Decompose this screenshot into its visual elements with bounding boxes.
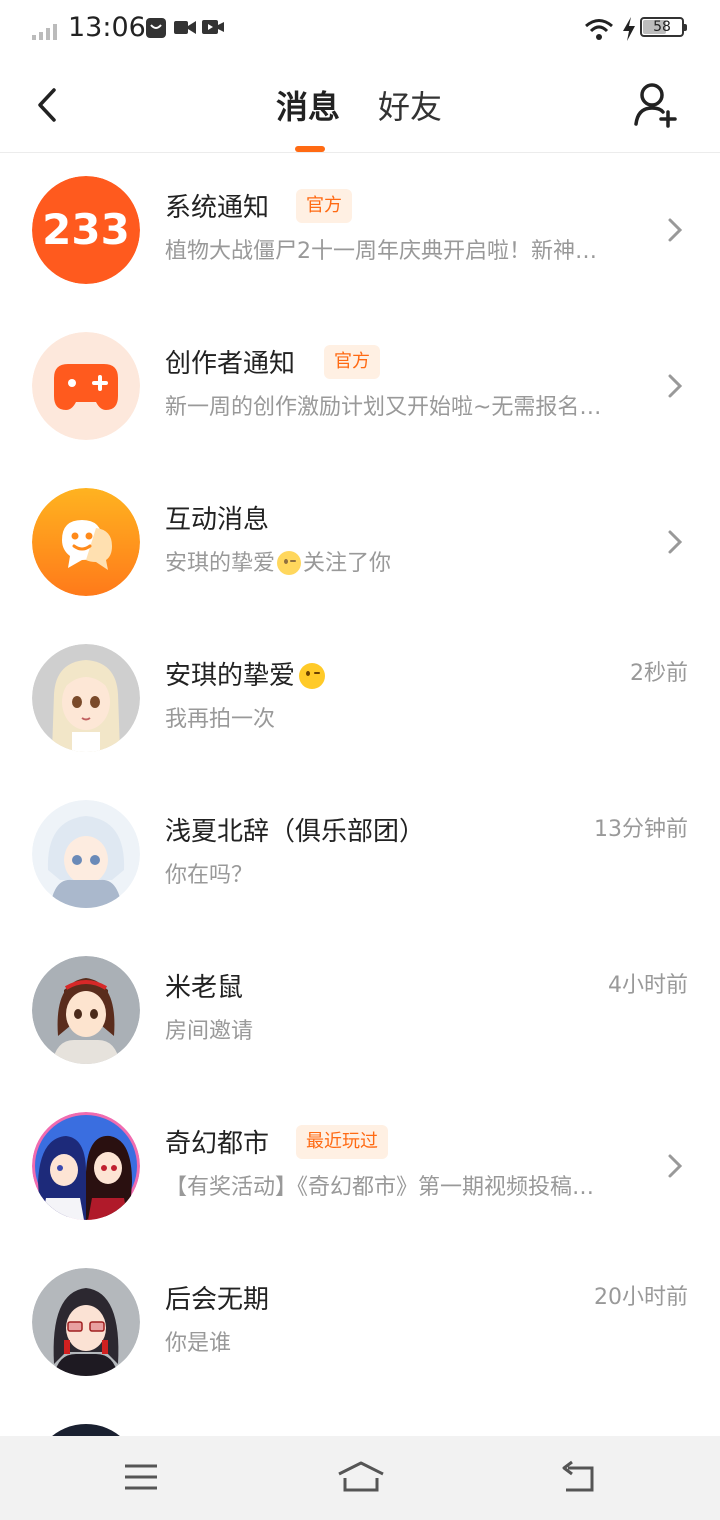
chevron-right-icon xyxy=(668,530,683,554)
user-avatar xyxy=(32,1268,140,1376)
item-subtitle: 【有奖活动】《奇幻都市》第一期视频投稿… xyxy=(165,1175,595,1200)
kiss-emoji-icon xyxy=(299,663,326,689)
list-item-chat[interactable]: 浅夏北辞（俱乐部团） 13分钟前 你在吗？ xyxy=(0,777,720,933)
status-time: 13:06 xyxy=(68,12,146,43)
interaction-avatar xyxy=(32,488,140,596)
item-time: 4小时前 xyxy=(608,973,688,998)
screen-record-icon xyxy=(202,20,224,34)
item-title: 后会无期 xyxy=(165,1285,270,1315)
list-item-creator-notice[interactable]: 创作者通知 官方 新一周的创作激励计划又开始啦~无需报名… xyxy=(0,309,720,465)
list-item-system-notice[interactable]: 233 系统通知 官方 植物大战僵尸2十一周年庆典开启啦！新神… xyxy=(0,153,720,309)
tab-friends[interactable]: 好友 xyxy=(378,82,442,128)
user-avatar xyxy=(32,956,140,1064)
list-item-interaction[interactable]: 互动消息 安琪的挚爱 关注了你 xyxy=(0,465,720,621)
item-subtitle: 新一周的创作激励计划又开始啦~无需报名… xyxy=(165,395,602,420)
tab-active-indicator xyxy=(295,146,325,152)
item-title: 互动消息 xyxy=(165,505,270,535)
subtitle-user: 安琪的挚爱 xyxy=(165,551,276,576)
subtitle-action: 关注了你 xyxy=(303,551,392,576)
system-notice-avatar: 233 xyxy=(32,176,140,284)
charging-icon xyxy=(623,17,635,41)
item-title: 创作者通知 xyxy=(165,349,296,379)
item-subtitle: 房间邀请 xyxy=(165,1019,254,1044)
item-subtitle: 植物大战僵尸2十一周年庆典开启啦！新神… xyxy=(165,239,597,264)
list-item-game-fantasy-city[interactable]: 奇幻都市 最近玩过 【有奖活动】《奇幻都市》第一期视频投稿… xyxy=(0,1089,720,1245)
item-title: 系统通知 xyxy=(165,193,270,223)
user-avatar xyxy=(32,644,140,752)
item-subtitle: 我再拍一次 xyxy=(165,707,276,732)
chevron-right-icon xyxy=(668,374,683,398)
chevron-right-icon xyxy=(668,1154,683,1178)
message-list: 233 系统通知 官方 植物大战僵尸2十一周年庆典开启啦！新神… 创作者通知 官… xyxy=(0,153,720,1441)
home-icon[interactable] xyxy=(336,1460,386,1494)
list-item-chat[interactable]: 米老鼠 4小时前 房间邀请 xyxy=(0,933,720,1089)
item-subtitle: 安琪的挚爱 关注了你 xyxy=(165,545,391,577)
back-icon[interactable] xyxy=(28,82,68,128)
status-bar: 13:06 58 xyxy=(0,0,720,58)
item-title: 奇幻都市 xyxy=(165,1129,270,1159)
add-friend-icon[interactable] xyxy=(630,80,680,130)
game-avatar xyxy=(32,1112,140,1220)
menu-icon[interactable] xyxy=(121,1460,161,1494)
official-badge: 官方 xyxy=(324,345,380,379)
recently-played-badge: 最近玩过 xyxy=(296,1125,388,1159)
item-subtitle: 你是谁 xyxy=(165,1331,232,1356)
tab-messages[interactable]: 消息 xyxy=(276,82,340,128)
avatar-text: 233 xyxy=(42,205,130,254)
back-nav-icon[interactable] xyxy=(558,1460,598,1494)
battery-icon: 58 xyxy=(640,17,687,37)
list-item-chat[interactable]: 安琪的挚爱 2秒前 我再拍一次 xyxy=(0,621,720,777)
header: 消息 好友 xyxy=(0,58,720,153)
signal-icon xyxy=(32,24,57,40)
item-title-text: 安琪的挚爱 xyxy=(165,661,296,691)
system-nav-bar xyxy=(0,1436,720,1520)
item-time: 13分钟前 xyxy=(594,817,688,842)
item-time: 2秒前 xyxy=(630,661,688,686)
item-title: 安琪的挚爱 xyxy=(165,655,326,692)
official-badge: 官方 xyxy=(296,189,352,223)
video-call-icon xyxy=(174,21,196,34)
list-item-partial[interactable] xyxy=(0,1401,720,1441)
kiss-emoji-icon xyxy=(277,551,302,575)
creator-notice-avatar xyxy=(32,332,140,440)
chevron-right-icon xyxy=(668,218,683,242)
mail-icon xyxy=(146,18,166,38)
list-item-chat[interactable]: 后会无期 20小时前 你是谁 xyxy=(0,1245,720,1401)
item-time: 20小时前 xyxy=(594,1285,688,1310)
item-subtitle: 你在吗？ xyxy=(165,863,254,888)
item-title: 米老鼠 xyxy=(165,973,244,1003)
user-avatar xyxy=(32,800,140,908)
wifi-icon xyxy=(585,19,613,40)
item-title: 浅夏北辞（俱乐部团） xyxy=(165,817,426,847)
battery-level: 58 xyxy=(653,19,671,35)
